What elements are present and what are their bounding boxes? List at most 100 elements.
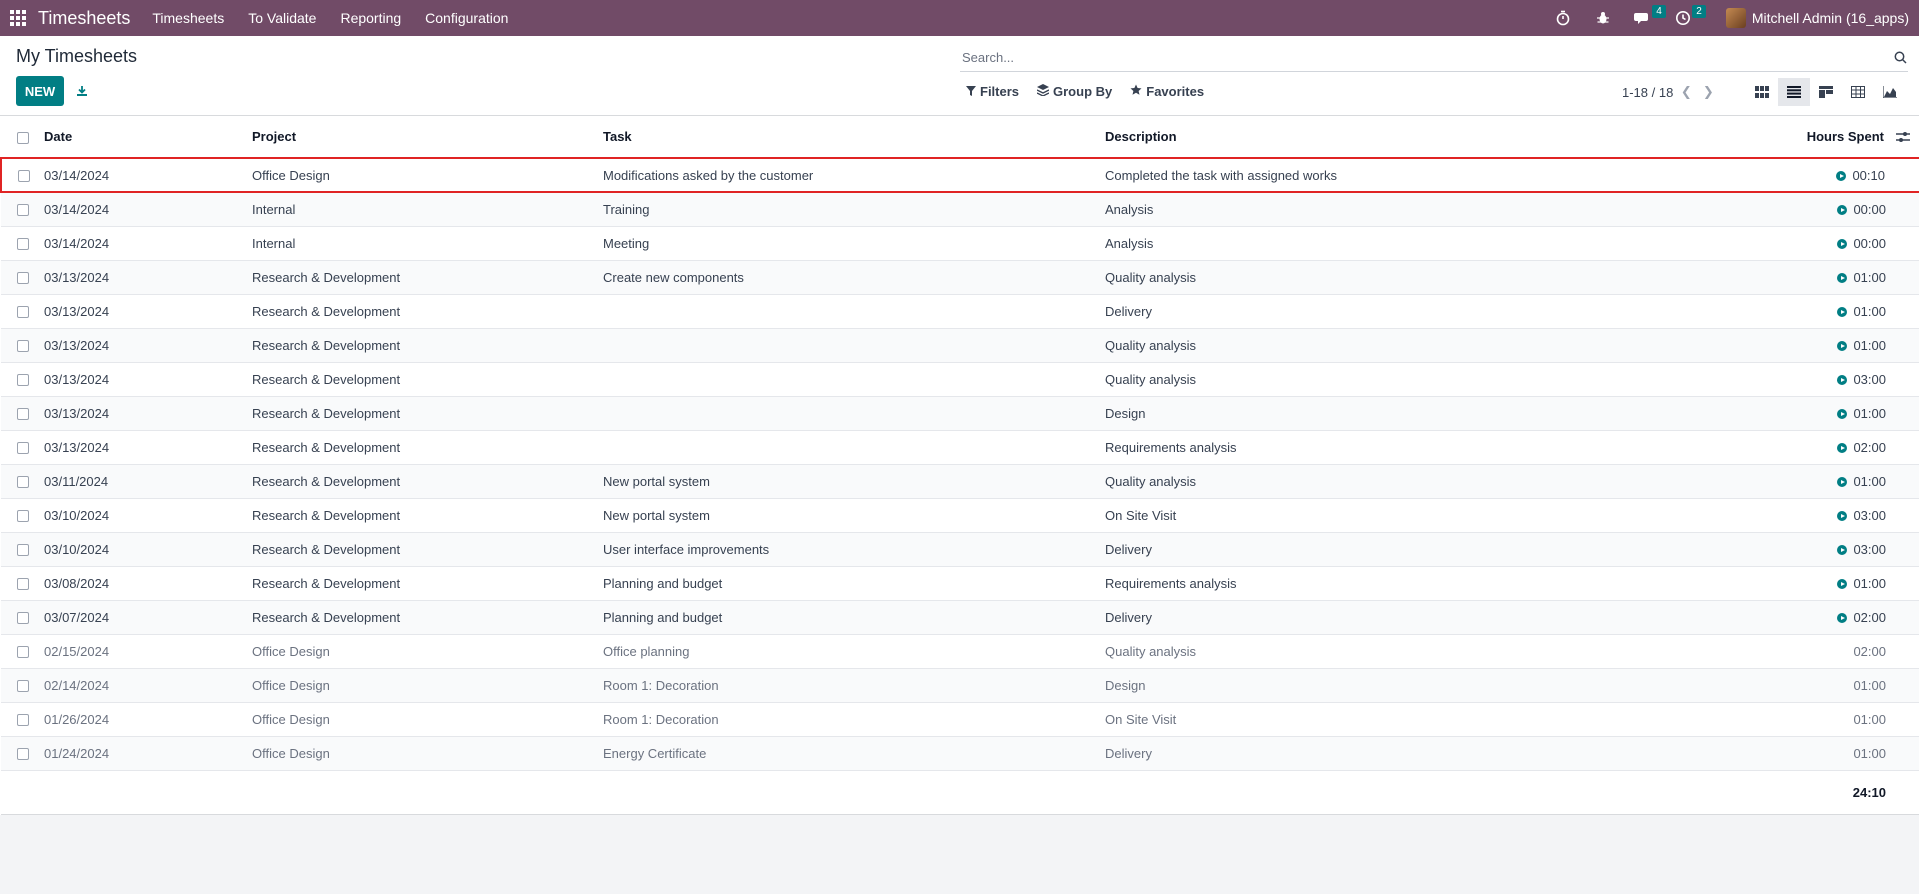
row-checkbox[interactable]: [17, 340, 29, 353]
cell-task[interactable]: Modifications asked by the customer: [603, 157, 1105, 193]
play-icon[interactable]: [1837, 613, 1848, 624]
table-row[interactable]: 02/15/2024 Office Design Office planning Qu…: [1, 634, 1919, 669]
cell-task[interactable]: [603, 362, 1105, 397]
stopwatch-icon[interactable]: [1552, 7, 1574, 29]
table-row[interactable]: 03/14/2024 Internal Training Analysis 00:00: [1, 192, 1919, 227]
cell-description[interactable]: Quality analysis: [1105, 260, 1655, 295]
cell-hours[interactable]: 01:00: [1655, 260, 1919, 295]
cell-date[interactable]: 03/10/2024: [44, 498, 252, 533]
row-checkbox[interactable]: [17, 510, 29, 523]
menu-reporting[interactable]: Reporting: [340, 10, 401, 26]
new-button[interactable]: NEW: [16, 76, 64, 106]
cell-project[interactable]: Research & Development: [252, 532, 603, 567]
cell-project[interactable]: Internal: [252, 226, 603, 261]
cell-hours[interactable]: 03:00: [1655, 498, 1919, 533]
cell-project[interactable]: Office Design: [252, 702, 603, 737]
header-date[interactable]: Date: [44, 116, 252, 159]
app-title[interactable]: Timesheets: [38, 8, 130, 29]
cell-project[interactable]: Research & Development: [252, 430, 603, 465]
cell-task[interactable]: User interface improvements: [603, 532, 1105, 567]
header-hours[interactable]: Hours Spent: [1807, 129, 1884, 144]
table-row[interactable]: 01/26/2024 Office Design Room 1: Decoratio…: [1, 702, 1919, 737]
play-icon[interactable]: [1837, 477, 1848, 488]
cell-description[interactable]: Quality analysis: [1105, 464, 1655, 499]
table-row[interactable]: 03/13/2024 Research & Development Delivery…: [1, 294, 1919, 329]
row-checkbox[interactable]: [17, 408, 29, 421]
row-checkbox[interactable]: [17, 646, 29, 659]
cell-task[interactable]: Room 1: Decoration: [603, 702, 1105, 737]
cell-hours[interactable]: 03:00: [1655, 532, 1919, 567]
cell-date[interactable]: 03/10/2024: [44, 532, 252, 567]
cell-description[interactable]: Quality analysis: [1105, 362, 1655, 397]
header-project[interactable]: Project: [252, 116, 603, 159]
table-row[interactable]: 03/07/2024 Research & Development Planning…: [1, 600, 1919, 635]
cell-date[interactable]: 03/13/2024: [44, 430, 252, 465]
header-description[interactable]: Description: [1105, 116, 1655, 159]
apps-grid-icon[interactable]: [10, 10, 26, 26]
cell-task[interactable]: [603, 430, 1105, 465]
row-checkbox[interactable]: [17, 714, 29, 727]
search-input[interactable]: [960, 50, 1892, 65]
cell-task[interactable]: [603, 294, 1105, 329]
row-checkbox[interactable]: [17, 680, 29, 693]
cell-task[interactable]: Planning and budget: [603, 566, 1105, 601]
cell-task[interactable]: Energy Certificate: [603, 736, 1105, 771]
play-icon[interactable]: [1837, 239, 1848, 250]
cell-hours[interactable]: 02:00: [1655, 634, 1919, 669]
row-checkbox[interactable]: [17, 612, 29, 625]
table-row[interactable]: 03/13/2024 Research & Development Quality …: [1, 362, 1919, 397]
cell-task[interactable]: [603, 328, 1105, 363]
cell-date[interactable]: 03/13/2024: [44, 294, 252, 329]
cell-description[interactable]: Requirements analysis: [1105, 566, 1655, 601]
bug-icon[interactable]: [1592, 7, 1614, 29]
cell-hours[interactable]: 00:10: [1655, 157, 1919, 193]
cell-description[interactable]: Design: [1105, 396, 1655, 431]
cell-date[interactable]: 03/08/2024: [44, 566, 252, 601]
play-icon[interactable]: [1837, 579, 1848, 590]
cell-description[interactable]: Analysis: [1105, 226, 1655, 261]
cell-description[interactable]: Analysis: [1105, 192, 1655, 227]
play-icon[interactable]: [1836, 171, 1847, 182]
cell-date[interactable]: 01/26/2024: [44, 702, 252, 737]
cell-hours[interactable]: 03:00: [1655, 362, 1919, 397]
cell-hours[interactable]: 02:00: [1655, 430, 1919, 465]
table-row[interactable]: 03/11/2024 Research & Development New port…: [1, 464, 1919, 499]
table-row[interactable]: 03/13/2024 Research & Development Quality …: [1, 328, 1919, 363]
cell-task[interactable]: Planning and budget: [603, 600, 1105, 635]
cell-date[interactable]: 01/24/2024: [44, 736, 252, 771]
cell-description[interactable]: Delivery: [1105, 600, 1655, 635]
cell-project[interactable]: Office Design: [252, 668, 603, 703]
menu-configuration[interactable]: Configuration: [425, 10, 508, 26]
cell-date[interactable]: 02/14/2024: [44, 668, 252, 703]
play-icon[interactable]: [1837, 545, 1848, 556]
cell-date[interactable]: 03/13/2024: [44, 260, 252, 295]
cell-description[interactable]: Quality analysis: [1105, 328, 1655, 363]
cell-project[interactable]: Research & Development: [252, 566, 603, 601]
cell-project[interactable]: Office Design: [252, 157, 603, 193]
row-checkbox[interactable]: [17, 748, 29, 761]
cell-hours[interactable]: 02:00: [1655, 600, 1919, 635]
cell-project[interactable]: Office Design: [252, 736, 603, 771]
cell-date[interactable]: 03/14/2024: [44, 226, 252, 261]
cell-hours[interactable]: 01:00: [1655, 702, 1919, 737]
cell-description[interactable]: Delivery: [1105, 532, 1655, 567]
download-icon[interactable]: [74, 81, 90, 101]
table-row[interactable]: 03/10/2024 Research & Development User int…: [1, 532, 1919, 567]
cell-date[interactable]: 03/11/2024: [44, 464, 252, 499]
kanban-view-button[interactable]: [1746, 78, 1778, 106]
table-row[interactable]: 03/14/2024 Internal Meeting Analysis 00:00: [1, 226, 1919, 261]
cell-hours[interactable]: 01:00: [1655, 464, 1919, 499]
cell-date[interactable]: 03/14/2024: [44, 157, 252, 193]
cell-task[interactable]: New portal system: [603, 464, 1105, 499]
play-icon[interactable]: [1837, 205, 1848, 216]
cell-project[interactable]: Research & Development: [252, 328, 603, 363]
table-row[interactable]: 03/13/2024 Research & Development Design 01…: [1, 396, 1919, 431]
list-view-button[interactable]: [1778, 78, 1810, 106]
cell-task[interactable]: Create new components: [603, 260, 1105, 295]
menu-timesheets[interactable]: Timesheets: [152, 10, 224, 26]
row-checkbox[interactable]: [17, 476, 29, 489]
cell-project[interactable]: Research & Development: [252, 498, 603, 533]
table-row[interactable]: 03/13/2024 Research & Development Create n…: [1, 260, 1919, 295]
pivot-view-button[interactable]: [1842, 78, 1874, 106]
cell-task[interactable]: Office planning: [603, 634, 1105, 669]
